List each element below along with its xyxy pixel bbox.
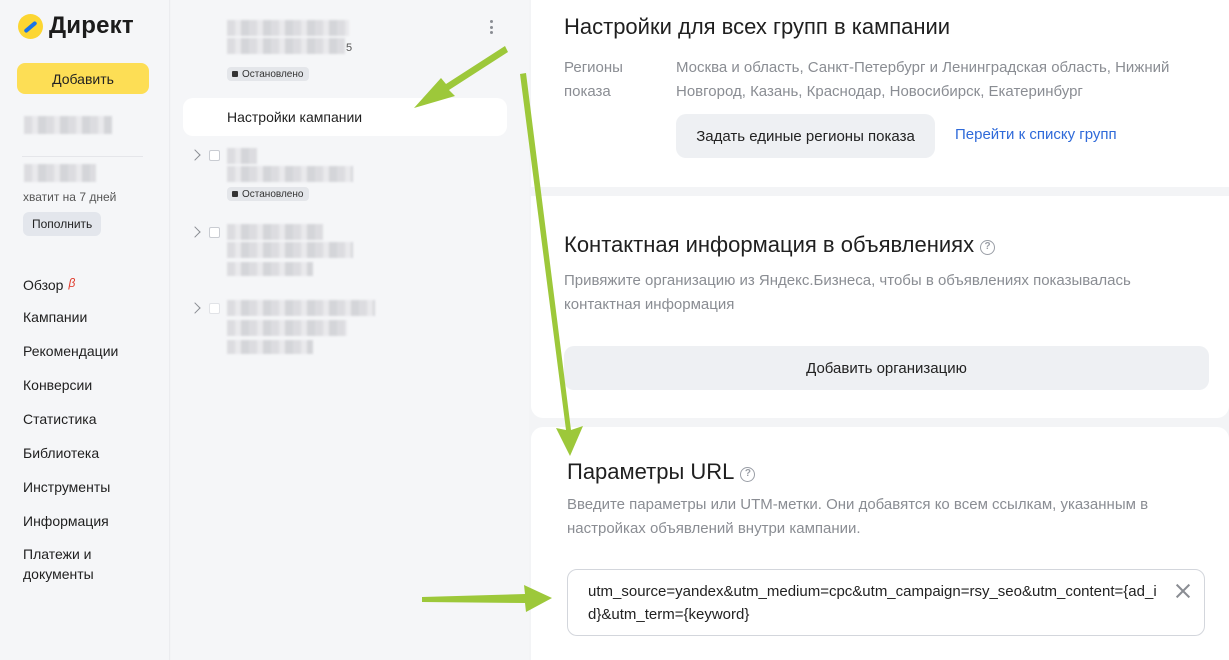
balance-redacted <box>24 164 96 182</box>
add-button[interactable]: Добавить <box>17 63 149 94</box>
nav-item-label: Обзор <box>23 277 64 293</box>
add-organization-button[interactable]: Добавить организацию <box>564 346 1209 390</box>
regions-value: Москва и область, Санкт-Петербург и Лени… <box>676 59 1170 100</box>
direct-logo[interactable]: Директ <box>18 12 134 40</box>
group-name-redacted[interactable] <box>227 224 323 240</box>
chevron-right-icon[interactable] <box>189 149 201 161</box>
yandex-direct-logo-icon <box>18 13 43 39</box>
section-title: Параметры URL? <box>567 459 756 485</box>
nav-item-tools[interactable]: Инструменты <box>23 476 133 510</box>
nav-item-label: Рекомендации <box>23 343 119 359</box>
url-params-value: utm_source=yandex&utm_medium=cpc&utm_cam… <box>588 583 1157 623</box>
nav-item-information[interactable]: Информация <box>23 510 133 544</box>
nav-item-library[interactable]: Библиотека <box>23 442 133 476</box>
groups-list-link[interactable]: Перейти к списку групп <box>955 126 1117 143</box>
logo-text: Директ <box>49 12 134 39</box>
status-badge: Остановлено <box>227 187 310 201</box>
contact-info-card: Контактная информация в объявлениях? При… <box>531 196 1229 418</box>
campaign-name-redacted[interactable] <box>227 20 349 36</box>
status-badge-label: Остановлено <box>242 188 304 200</box>
group-name-redacted[interactable] <box>227 148 257 164</box>
section-title: Настройки для всех групп в кампании <box>564 14 951 39</box>
campaign-id-redacted <box>227 38 345 54</box>
nav-item-label: Информация <box>23 513 109 529</box>
nav-item-conversions[interactable]: Конверсии <box>23 374 133 408</box>
group-checkbox[interactable] <box>209 227 220 238</box>
regions-label: Регионы показа <box>564 59 623 100</box>
more-options-icon[interactable] <box>487 20 495 36</box>
url-params-input[interactable]: utm_source=yandex&utm_medium=cpc&utm_cam… <box>567 569 1205 636</box>
nav-item-statistics[interactable]: Статистика <box>23 408 133 442</box>
nav-item-label: Инструменты <box>23 479 111 495</box>
nav-item-label: Платежи и документы <box>23 546 94 582</box>
campaign-settings-content: Настройки для всех групп в кампании Реги… <box>531 0 1229 660</box>
section-title-text: Параметры URL <box>567 459 735 484</box>
nav-item-label: Библиотека <box>23 445 100 461</box>
nav-item-label: Статистика <box>23 411 97 427</box>
group-name-redacted[interactable] <box>227 300 375 316</box>
section-description: Привяжите организацию из Яндекс.Бизнеса,… <box>564 272 1131 313</box>
help-icon[interactable]: ? <box>980 240 996 255</box>
clear-icon[interactable] <box>1174 582 1192 600</box>
nav-menu: Обзор β Кампании Рекомендации Конверсии С… <box>23 272 133 588</box>
nav-item-payments[interactable]: Платежи и документы <box>23 544 133 588</box>
account-name-redacted[interactable] <box>24 116 112 134</box>
balance-days-text: хватит на 7 дней <box>23 190 117 204</box>
all-groups-settings-card: Настройки для всех групп в кампании Реги… <box>531 0 1229 187</box>
nav-item-label: Кампании <box>23 309 88 325</box>
nav-divider <box>22 156 143 157</box>
status-badge: Остановлено <box>227 67 310 81</box>
left-navigation: Директ Добавить хватит на 7 дней Пополни… <box>0 0 170 660</box>
group-status-redacted <box>227 262 313 276</box>
group-status-redacted <box>227 340 313 354</box>
section-title: Контактная информация в объявлениях? <box>564 232 996 258</box>
chevron-right-icon[interactable] <box>189 302 201 314</box>
section-description: Введите параметры или UTM-метки. Они доб… <box>567 496 1149 537</box>
nav-item-recommendations[interactable]: Рекомендации <box>23 340 133 374</box>
campaign-tree: 5 Остановлено Настройки кампании Останов… <box>171 0 529 660</box>
set-regions-button[interactable]: Задать единые регионы показа <box>676 114 935 158</box>
group-checkbox[interactable] <box>209 150 220 161</box>
url-params-card: Параметры URL? Введите параметры или UTM… <box>531 427 1229 660</box>
topup-button[interactable]: Пополнить <box>23 212 102 236</box>
help-icon[interactable]: ? <box>740 467 756 482</box>
group-name-redacted <box>227 242 353 258</box>
nav-item-overview[interactable]: Обзор β <box>23 272 133 306</box>
group-name-redacted <box>227 166 353 182</box>
status-badge-label: Остановлено <box>242 68 304 80</box>
group-checkbox[interactable] <box>209 303 220 314</box>
campaign-settings-item[interactable]: Настройки кампании <box>183 98 507 136</box>
nav-item-label: Конверсии <box>23 377 93 393</box>
section-title-text: Контактная информация в объявлениях <box>564 232 975 257</box>
beta-badge: β <box>68 276 76 290</box>
group-name-redacted <box>227 320 347 336</box>
campaign-id-suffix: 5 <box>346 42 353 54</box>
nav-item-campaigns[interactable]: Кампании <box>23 306 133 340</box>
chevron-right-icon[interactable] <box>189 226 201 238</box>
